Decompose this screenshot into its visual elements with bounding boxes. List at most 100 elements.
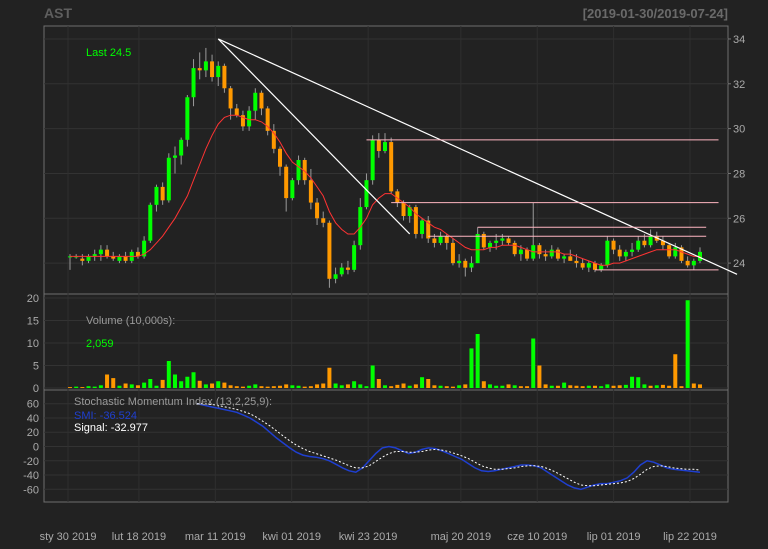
candle-body [166, 157, 171, 201]
volume-bar [222, 382, 227, 388]
candle-body [253, 92, 258, 111]
volume-bar [555, 385, 560, 388]
volume-bar [549, 385, 554, 388]
candle-body [413, 207, 418, 234]
smi-y-tick: 20 [27, 427, 39, 439]
volume-bar [234, 386, 239, 388]
volume-bar [296, 385, 301, 388]
volume-bar [216, 381, 221, 388]
smi-y-tick: -60 [23, 484, 39, 496]
candle-body [401, 202, 406, 217]
volume-bar [623, 384, 628, 388]
x-axis-label: cze 10 2019 [507, 531, 567, 543]
volume-bar [148, 379, 153, 388]
volume-bar [463, 384, 468, 388]
candle-body [290, 180, 295, 199]
volume-bar [105, 374, 110, 388]
volume-bar [642, 384, 647, 388]
volume-bar [98, 385, 103, 388]
candle-body [475, 233, 480, 264]
candle-body [296, 160, 301, 181]
volume-bar [265, 386, 270, 388]
candle-body [345, 267, 350, 270]
volume-series [68, 300, 702, 388]
smi-y-tick: -20 [23, 456, 39, 468]
volume-bar [685, 300, 690, 388]
volume-bar [247, 385, 252, 388]
volume-bar [315, 384, 320, 388]
volume-bar [407, 385, 412, 388]
price-y-tick: 34 [733, 34, 745, 46]
candle-body [525, 249, 530, 259]
volume-bar [259, 386, 264, 388]
volume-bar [135, 385, 140, 388]
candle-body [148, 204, 153, 241]
volume-bar [308, 386, 313, 388]
volume-bar [203, 384, 208, 388]
volume-bar [512, 385, 517, 388]
candle-body [636, 240, 641, 250]
volume-bar [240, 386, 245, 388]
candle-body [358, 207, 363, 246]
candle-body [432, 238, 437, 243]
volume-bar [654, 385, 659, 388]
volume-bar [210, 383, 215, 388]
price-series [68, 38, 738, 288]
volume-bar [271, 386, 276, 388]
volume-last-value: 2,059 [86, 338, 114, 350]
volume-bar [518, 386, 523, 388]
volume-bar [599, 386, 604, 388]
candle-body [321, 218, 326, 223]
x-axis-label: maj 20 2019 [431, 531, 492, 543]
volume-bar [401, 383, 406, 388]
volume-bar [605, 384, 610, 388]
candle-body [605, 240, 610, 266]
volume-bar [191, 372, 196, 388]
candle-body [173, 155, 177, 158]
x-axis-label: kwi 01 2019 [262, 531, 321, 543]
candle-body [586, 263, 591, 268]
candle-body [691, 260, 696, 266]
candle-body [333, 274, 338, 279]
volume-bar [413, 384, 418, 388]
volume-bar [543, 384, 548, 388]
volume-bar [327, 367, 332, 388]
volume-y-tick: 0 [33, 383, 39, 395]
candle-body [203, 61, 208, 71]
volume-bar [562, 382, 567, 388]
price-y-tick: 28 [733, 168, 745, 180]
price-y-tick: 30 [733, 124, 745, 136]
volume-bar [389, 386, 394, 388]
volume-bar [450, 386, 455, 388]
candle-body [80, 258, 85, 261]
candle-body [537, 245, 542, 255]
volume-bar [475, 334, 480, 388]
candle-body [617, 249, 622, 257]
volume-bar [117, 385, 122, 388]
volume-bar [86, 386, 91, 388]
candle-body [284, 166, 289, 199]
volume-bar [660, 384, 665, 388]
volume-bar [364, 386, 369, 388]
volume-bar [166, 361, 171, 388]
volume-bar [506, 384, 511, 388]
volume-bar [179, 381, 184, 388]
volume-bar [80, 387, 85, 388]
x-axis-label: lip 01 2019 [587, 531, 641, 543]
volume-bar [630, 376, 635, 388]
volume-bar [111, 378, 116, 388]
volume-bar [611, 385, 616, 388]
signal-line [197, 403, 701, 487]
volume-bar [358, 384, 363, 388]
volume-bar [691, 383, 696, 388]
candle-body [562, 256, 567, 259]
volume-bar [370, 365, 375, 388]
candle-body [642, 240, 647, 246]
volume-bar [290, 385, 295, 388]
volume-bar [636, 377, 641, 388]
candle-body [667, 245, 672, 257]
price-y-tick: 24 [733, 258, 745, 270]
candle-body [228, 88, 233, 109]
smi-y-tick: -40 [23, 470, 39, 482]
candle-body [352, 245, 357, 270]
